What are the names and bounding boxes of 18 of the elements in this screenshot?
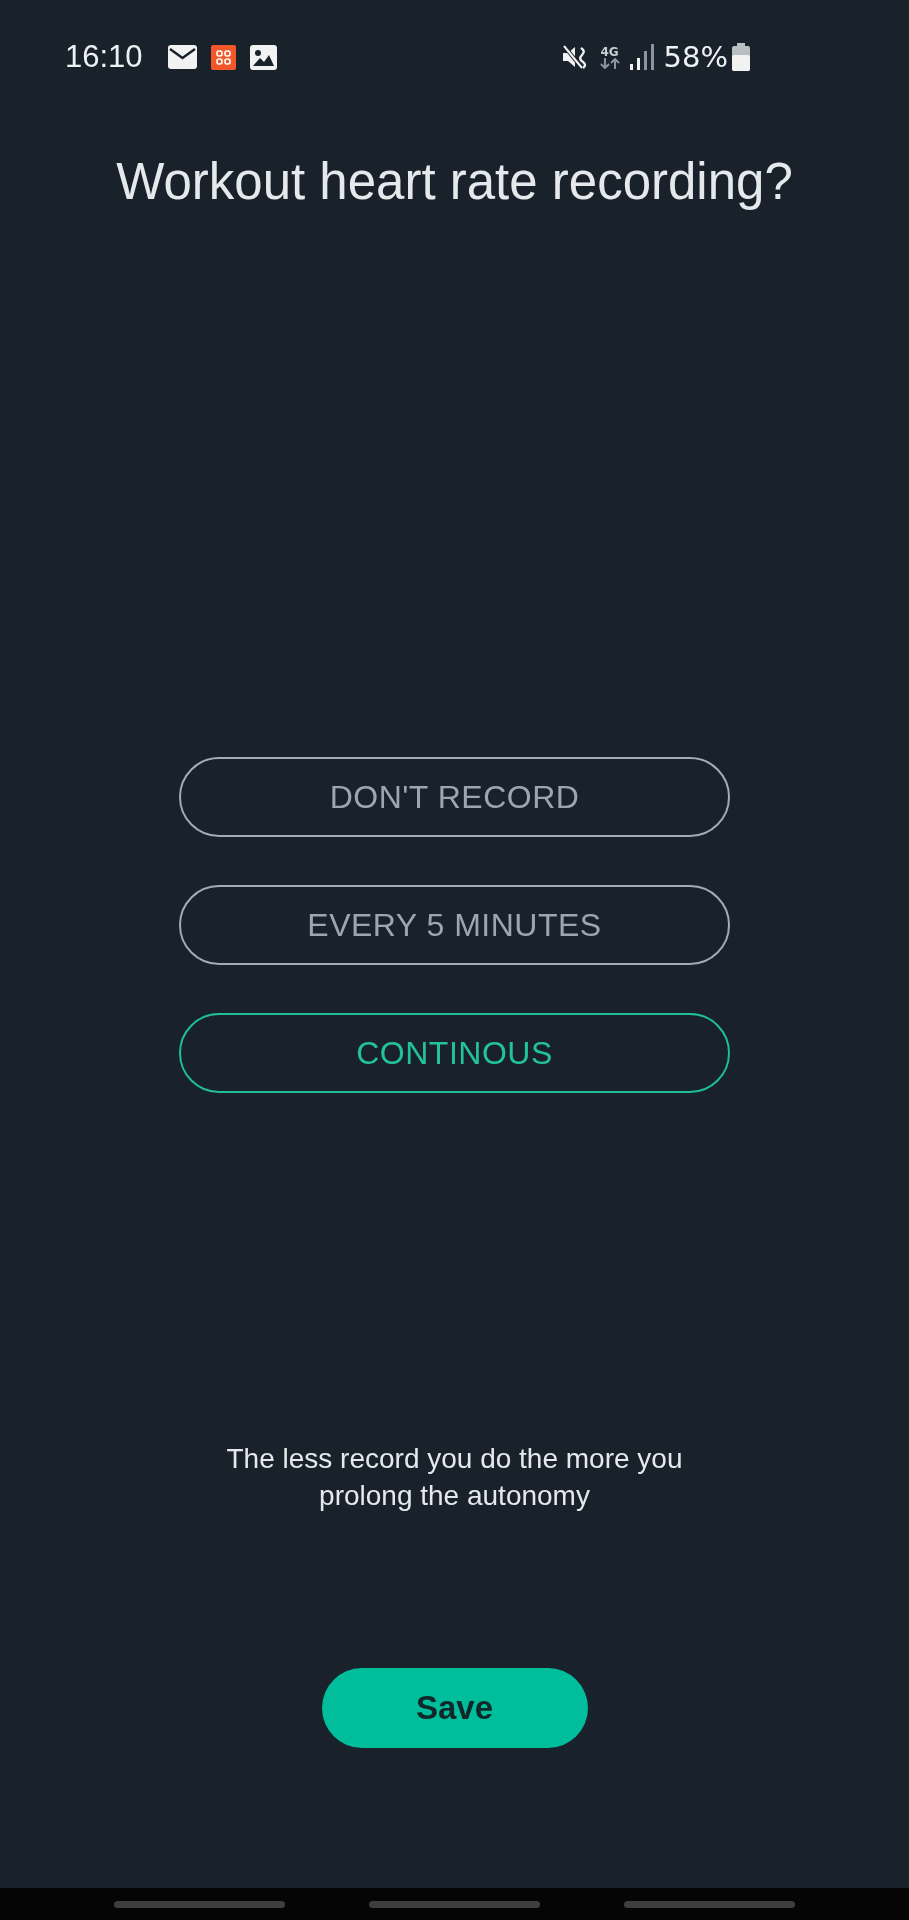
- option-button[interactable]: CONTINOUS: [179, 1013, 730, 1093]
- nav-handle[interactable]: [624, 1901, 795, 1908]
- nav-handle[interactable]: [369, 1901, 540, 1908]
- option-button[interactable]: EVERY 5 MINUTES: [179, 885, 730, 965]
- network-type: 4G: [600, 45, 619, 58]
- image-icon: [249, 44, 277, 70]
- option-button[interactable]: DON'T RECORD: [179, 757, 730, 837]
- hint-text: The less record you do the more you prolong the autonomy: [225, 1442, 684, 1513]
- signal-icon: [629, 44, 654, 70]
- battery-percent: 58%: [663, 40, 728, 74]
- nav-handle[interactable]: [114, 1901, 285, 1908]
- data-arrows-icon: [599, 57, 620, 69]
- app-icon: [210, 44, 236, 70]
- battery-icon: [732, 43, 750, 71]
- screen-title: Workout heart rate recording?: [116, 154, 793, 210]
- clock-time: 16:10: [65, 39, 143, 75]
- save-button[interactable]: Save: [321, 1668, 588, 1748]
- mail-icon: [167, 45, 197, 69]
